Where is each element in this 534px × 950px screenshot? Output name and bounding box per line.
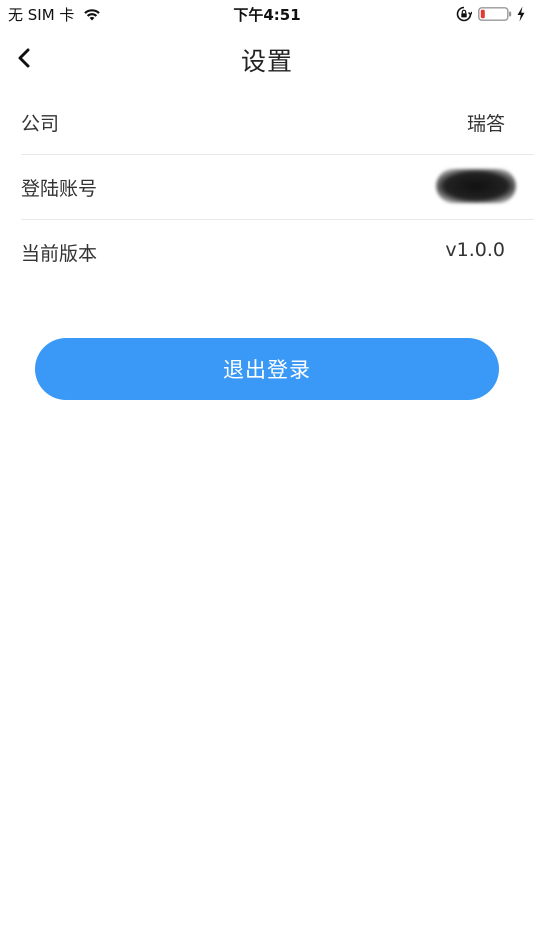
redaction-scribble (436, 169, 516, 203)
version-label: 当前版本 (21, 243, 98, 265)
status-time: 下午4:51 (233, 6, 301, 24)
nav-bar: 设置 (0, 28, 534, 88)
settings-row-account: 登陆账号 (21, 155, 534, 220)
logout-button[interactable]: 退出登录 (35, 338, 499, 400)
settings-row-company: 公司 瑞答 (21, 90, 534, 155)
rotation-lock-icon (456, 6, 472, 22)
status-bar: 无 SIM 卡 下午4:51 (0, 0, 534, 28)
account-value-redacted (436, 169, 516, 203)
company-label: 公司 (21, 113, 60, 135)
battery-icon (478, 7, 512, 21)
settings-row-version: 当前版本 v1.0.0 (21, 220, 534, 284)
account-label: 登陆账号 (21, 178, 98, 200)
page-title: 设置 (240, 47, 293, 76)
company-value: 瑞答 (466, 113, 505, 135)
status-right (456, 4, 526, 24)
settings-list: 公司 瑞答 登陆账号 当前版本 v1.0.0 (0, 90, 534, 284)
charging-bolt-icon (517, 6, 525, 22)
version-value: v1.0.0 (445, 239, 505, 261)
